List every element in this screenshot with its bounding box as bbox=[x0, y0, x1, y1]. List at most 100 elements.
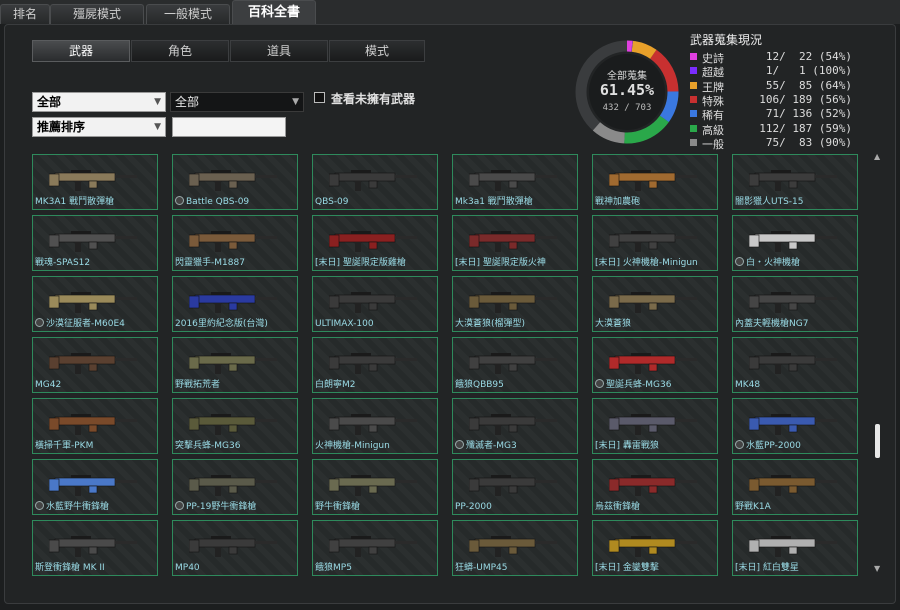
weapon-caption: [末日] 火神機槍-Minigun bbox=[595, 255, 717, 268]
weapon-card[interactable]: [末日] 火神機槍-Minigun bbox=[592, 215, 718, 271]
weapon-image bbox=[49, 170, 137, 191]
weapon-caption: ULTIMAX-100 bbox=[315, 319, 437, 329]
weapon-caption: [末日] 紅白雙星 bbox=[735, 560, 857, 573]
weapon-card[interactable]: 聖誕兵蜂-MG36 bbox=[592, 337, 718, 393]
weapon-image bbox=[469, 536, 557, 557]
weapon-name: 閃靈獵手-M1887 bbox=[175, 258, 245, 268]
weapon-card[interactable]: 闇影獵人UTS-15 bbox=[732, 154, 858, 210]
weapon-card[interactable]: 火神機槍-Minigun bbox=[312, 398, 438, 454]
weapon-caption: 戰魂-SPAS12 bbox=[35, 255, 157, 268]
weapon-name: MK3A1 戰鬥散彈槍 bbox=[35, 197, 115, 207]
weapon-card[interactable]: ULTIMAX-100 bbox=[312, 276, 438, 332]
legend-count: 1/ 1 (100%) bbox=[759, 64, 852, 78]
weapon-caption: 野牛衝鋒槍 bbox=[315, 499, 437, 512]
weapon-caption: PP-19野牛衝鋒槍 bbox=[175, 499, 297, 512]
weapon-caption: 2016里約紀念版(台灣) bbox=[175, 316, 297, 329]
weapon-card[interactable]: 戰神加農砲 bbox=[592, 154, 718, 210]
weapon-card[interactable]: 野戰拓荒者 bbox=[172, 337, 298, 393]
weapon-card[interactable]: MG42 bbox=[32, 337, 158, 393]
weapon-image bbox=[189, 231, 277, 252]
tab-zombie-mode[interactable]: 殭屍模式 bbox=[50, 4, 144, 24]
subtab-modes[interactable]: 模式 bbox=[329, 40, 425, 62]
weapon-card[interactable]: 白朗寧M2 bbox=[312, 337, 438, 393]
weapon-image bbox=[469, 475, 557, 496]
weapon-card[interactable]: [末日] 紅白雙星 bbox=[732, 520, 858, 576]
weapon-card[interactable]: 斯登衝鋒槍 MK II bbox=[32, 520, 158, 576]
weapon-image bbox=[329, 414, 417, 435]
weapon-card[interactable]: 野戰K1A bbox=[732, 459, 858, 515]
weapon-card[interactable]: 閃靈獵手-M1887 bbox=[172, 215, 298, 271]
weapon-card[interactable]: PP-2000 bbox=[452, 459, 578, 515]
scroll-up-icon[interactable]: ▲ bbox=[874, 152, 880, 161]
weapon-card[interactable]: 水藍PP-2000 bbox=[732, 398, 858, 454]
weapon-card[interactable]: 烏茲衝鋒槍 bbox=[592, 459, 718, 515]
subtab-items[interactable]: 道具 bbox=[230, 40, 328, 62]
chevron-down-icon: ▼ bbox=[154, 97, 161, 107]
weapon-card[interactable]: 殲滅者-MG3 bbox=[452, 398, 578, 454]
search-input[interactable] bbox=[172, 117, 286, 137]
weapon-caption: [末日] 金鑾雙擊 bbox=[595, 560, 717, 573]
legend-row: 王牌 55/ 85 (64%) bbox=[690, 79, 860, 94]
weapon-name: 白朗寧M2 bbox=[315, 380, 356, 390]
tab-encyclopedia[interactable]: 百科全書 bbox=[232, 0, 316, 24]
weapon-image bbox=[329, 353, 417, 374]
show-unowned-checkbox[interactable] bbox=[314, 92, 325, 103]
weapon-image bbox=[609, 292, 697, 313]
weapon-card[interactable]: 橫掃千軍-PKM bbox=[32, 398, 158, 454]
weapon-caption: 聖誕兵蜂-MG36 bbox=[595, 377, 717, 390]
weapon-card[interactable]: 大漠蒼狼(榴彈型) bbox=[452, 276, 578, 332]
weapon-card[interactable]: MP40 bbox=[172, 520, 298, 576]
legend-count: 75/ 83 (90%) bbox=[759, 135, 852, 149]
legend-row: 史詩 12/ 22 (54%) bbox=[690, 50, 860, 65]
weapon-caption: 餓狼QBB95 bbox=[455, 377, 577, 390]
weapon-card[interactable]: Battle QBS-09 bbox=[172, 154, 298, 210]
weapon-caption: 水藍野牛衝鋒槍 bbox=[35, 499, 157, 512]
weapon-card[interactable]: [末日] 聖誕限定版雞槍 bbox=[312, 215, 438, 271]
weapon-image bbox=[609, 414, 697, 435]
legend-row: 稀有 71/ 136 (52%) bbox=[690, 107, 860, 122]
weapon-card[interactable]: 餓狼QBB95 bbox=[452, 337, 578, 393]
subcategory-dropdown[interactable]: 全部 ▼ bbox=[170, 92, 304, 112]
subtab-characters[interactable]: 角色 bbox=[131, 40, 229, 62]
legend-count: 71/ 136 (52%) bbox=[759, 107, 852, 121]
chevron-down-icon: ▼ bbox=[292, 97, 299, 107]
weapon-name: 水藍野牛衝鋒槍 bbox=[46, 502, 110, 512]
weapon-image bbox=[49, 475, 137, 496]
weapon-card[interactable]: PP-19野牛衝鋒槍 bbox=[172, 459, 298, 515]
top-tab-bar: 排名 殭屍模式 一般模式 百科全書 bbox=[0, 0, 900, 24]
weapon-card[interactable]: [末日] 金鑾雙擊 bbox=[592, 520, 718, 576]
weapon-card[interactable]: [末日] 轟雷戰狼 bbox=[592, 398, 718, 454]
weapon-card[interactable]: 2016里約紀念版(台灣) bbox=[172, 276, 298, 332]
weapon-card[interactable]: 餓狼MP5 bbox=[312, 520, 438, 576]
weapon-card[interactable]: MK48 bbox=[732, 337, 858, 393]
weapon-image bbox=[329, 292, 417, 313]
weapon-card[interactable]: MK3A1 戰鬥散彈槍 bbox=[32, 154, 158, 210]
weapon-caption: MG42 bbox=[35, 380, 157, 390]
weapon-image bbox=[329, 170, 417, 191]
weapon-card[interactable]: 突擊兵蜂-MG36 bbox=[172, 398, 298, 454]
tab-normal-mode[interactable]: 一般模式 bbox=[146, 4, 230, 24]
weapon-caption: [末日] 聖誕限定版火神 bbox=[455, 255, 577, 268]
weapon-caption: 野戰K1A bbox=[735, 499, 857, 512]
weapon-card[interactable]: [末日] 聖誕限定版火神 bbox=[452, 215, 578, 271]
subtab-weapons[interactable]: 武器 bbox=[32, 40, 130, 62]
weapon-name: 突擊兵蜂-MG36 bbox=[175, 441, 241, 451]
weapon-card[interactable]: 野牛衝鋒槍 bbox=[312, 459, 438, 515]
weapon-card[interactable]: Mk3a1 戰鬥散彈槍 bbox=[452, 154, 578, 210]
scroll-down-icon[interactable]: ▼ bbox=[874, 564, 880, 573]
weapon-card[interactable]: 白・火神機槍 bbox=[732, 215, 858, 271]
weapon-card[interactable]: 內蓋夫輕機槍NG7 bbox=[732, 276, 858, 332]
weapon-card[interactable]: QBS-09 bbox=[312, 154, 438, 210]
category-dropdown[interactable]: 全部 ▼ bbox=[32, 92, 166, 112]
weapon-card[interactable]: 戰魂-SPAS12 bbox=[32, 215, 158, 271]
weapon-card[interactable]: 大漠蒼狼 bbox=[592, 276, 718, 332]
show-unowned-label: 查看未擁有武器 bbox=[331, 92, 416, 106]
weapon-caption: Mk3a1 戰鬥散彈槍 bbox=[455, 194, 577, 207]
weapon-card[interactable]: 水藍野牛衝鋒槍 bbox=[32, 459, 158, 515]
sort-dropdown[interactable]: 推薦排序 ▼ bbox=[32, 117, 166, 137]
weapon-card[interactable]: 沙漠征服者-M60E4 bbox=[32, 276, 158, 332]
tab-ranking[interactable]: 排名 bbox=[0, 4, 50, 24]
weapon-image bbox=[49, 414, 137, 435]
scrollbar-thumb[interactable] bbox=[875, 424, 880, 458]
weapon-card[interactable]: 狂蟒-UMP45 bbox=[452, 520, 578, 576]
